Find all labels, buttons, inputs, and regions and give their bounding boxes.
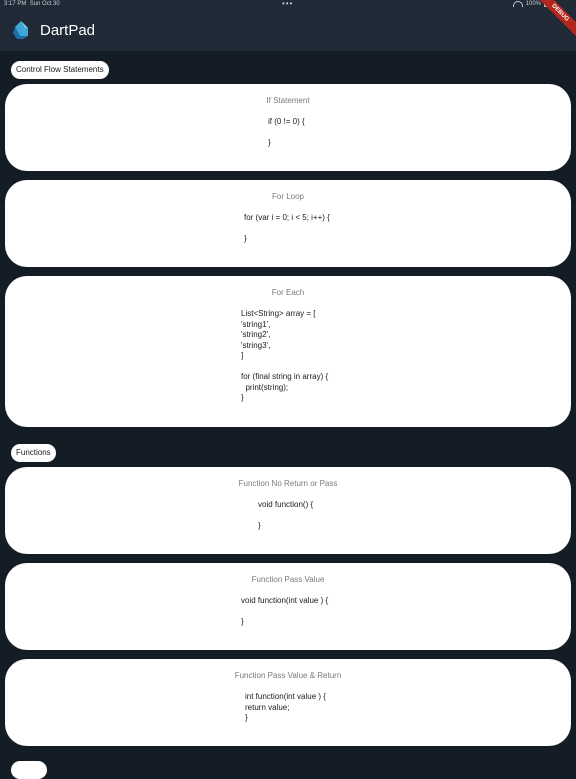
card-title: Function No Return or Pass — [238, 479, 338, 488]
app-title: DartPad — [40, 22, 96, 39]
section-chip-control-flow: Control Flow Statements — [11, 61, 109, 79]
card-for-each[interactable]: For Each List<String> array = [ 'string1… — [5, 276, 571, 427]
code-snippet: if (0 != 0) { } — [268, 117, 305, 147]
card-title: Function Pass Value & Return — [234, 671, 342, 680]
card-title: For Loop — [271, 192, 305, 201]
card-function-pass-value[interactable]: Function Pass Value void function(int va… — [5, 563, 571, 650]
card-title: Function Pass Value — [251, 575, 325, 584]
card-function-pass-value-return[interactable]: Function Pass Value & Return int functio… — [5, 659, 571, 746]
section-chip-next — [11, 761, 47, 779]
card-function-no-return[interactable]: Function No Return or Pass void function… — [5, 467, 571, 554]
multitask-dots-icon[interactable]: ••• — [282, 0, 293, 8]
code-snippet: List<String> array = [ 'string1', 'strin… — [241, 309, 329, 402]
code-snippet: for (var i = 0; i < 5; i++) { } — [244, 213, 330, 243]
battery-percent: 100% — [525, 1, 541, 7]
code-snippet: void function(int value ) { } — [241, 596, 329, 626]
card-title: For Each — [271, 288, 305, 297]
card-title: If Statement — [266, 96, 310, 105]
app-bar: DartPad — [0, 10, 576, 51]
status-bar: 3:17 PM Sun Oct 30 ••• 100% — [0, 0, 576, 10]
wifi-icon — [512, 1, 523, 7]
code-snippet: void function() { } — [258, 500, 314, 530]
section-chip-functions: Functions — [11, 444, 56, 462]
card-if-statement[interactable]: If Statement if (0 != 0) { } — [5, 84, 571, 171]
card-for-loop[interactable]: For Loop for (var i = 0; i < 5; i++) { } — [5, 180, 571, 267]
status-time: 3:17 PM Sun Oct 30 — [4, 1, 60, 7]
code-snippet: int function(int value ) { return value;… — [245, 692, 326, 722]
dart-logo-icon — [13, 21, 28, 39]
